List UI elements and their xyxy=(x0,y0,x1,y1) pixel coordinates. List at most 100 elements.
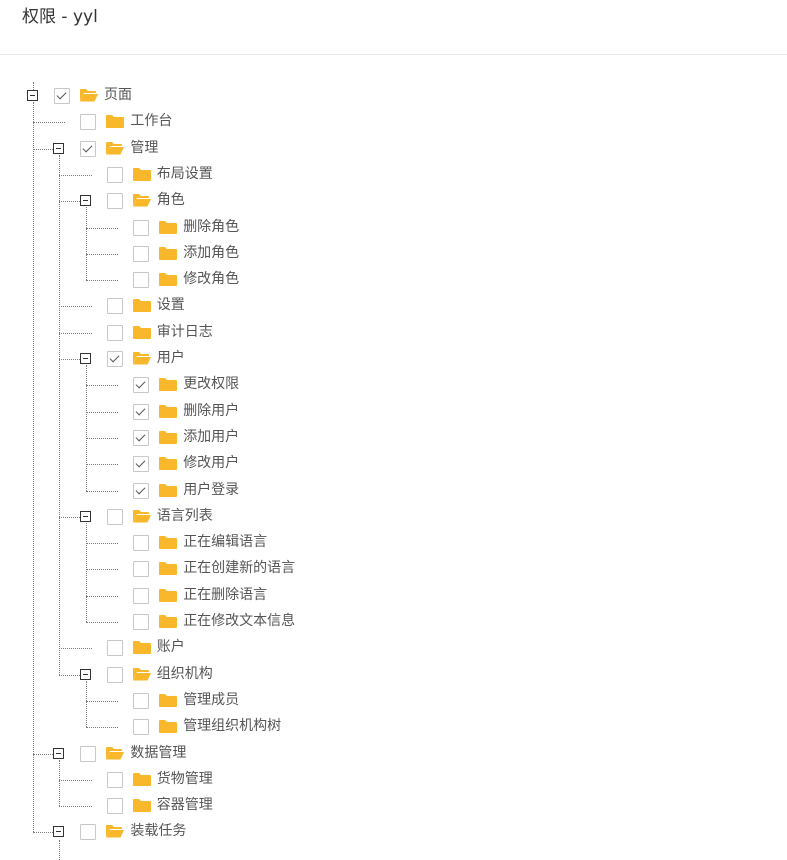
permission-checkbox[interactable] xyxy=(106,640,123,657)
tree-connector-v xyxy=(85,680,87,728)
tree-node-label[interactable]: 正在创建新的语言 xyxy=(183,560,295,576)
folder-icon xyxy=(132,771,151,786)
tree-node-label[interactable]: 组织机构 xyxy=(157,666,213,682)
folder-icon xyxy=(159,482,178,497)
tree-connector-h xyxy=(59,306,92,308)
tree-node-label[interactable]: 容器管理 xyxy=(157,797,213,813)
collapse-toggle-icon[interactable] xyxy=(79,195,91,207)
folder-open-icon xyxy=(132,192,151,207)
permission-checkbox[interactable] xyxy=(133,456,150,473)
folder-open-icon xyxy=(132,350,151,365)
permission-checkbox[interactable] xyxy=(133,535,150,552)
permission-checkbox[interactable] xyxy=(133,429,150,446)
tree-node-label[interactable]: 管理组织机构树 xyxy=(183,718,281,734)
folder-icon xyxy=(159,587,178,602)
tree-connector-h xyxy=(85,543,119,545)
folder-icon xyxy=(159,271,178,287)
tree-node-label[interactable]: 用户登录 xyxy=(183,482,239,498)
folder-open-icon xyxy=(80,87,98,102)
tree-node-label[interactable]: 审计日志 xyxy=(157,324,213,340)
permission-checkbox[interactable] xyxy=(133,692,150,709)
permission-checkbox[interactable] xyxy=(106,798,123,815)
permission-checkbox[interactable] xyxy=(133,482,150,499)
tree-node-label[interactable]: 删除用户 xyxy=(183,403,239,419)
tree-connector-v xyxy=(85,365,87,491)
permission-checkbox[interactable] xyxy=(106,193,123,210)
tree-connector-h xyxy=(85,411,119,413)
permission-checkbox[interactable] xyxy=(106,771,123,788)
tree-node-label[interactable]: 管理 xyxy=(130,140,158,156)
tree-connector-h xyxy=(59,779,92,781)
tree-node-label[interactable]: 语言列表 xyxy=(157,508,213,524)
tree-node-label[interactable]: 正在删除语言 xyxy=(183,587,267,603)
collapse-toggle-icon[interactable] xyxy=(79,668,91,680)
tree-node-label[interactable]: 账户 xyxy=(157,639,185,655)
folder-icon xyxy=(159,534,178,550)
tree-connector-h xyxy=(85,622,119,623)
tree-node-label[interactable]: 装载任务 xyxy=(130,823,186,839)
tree-node-label[interactable]: 添加角色 xyxy=(183,245,239,261)
permission-checkbox[interactable] xyxy=(106,666,123,683)
tree-connector-v xyxy=(59,840,61,860)
permission-checkbox[interactable] xyxy=(133,219,150,236)
tree-node-label[interactable]: 添加用户 xyxy=(183,429,239,445)
tree-connector-v xyxy=(59,759,61,807)
tree-node-label[interactable]: 货物管理 xyxy=(157,771,213,787)
tree-node-label[interactable]: 更改权限 xyxy=(183,376,239,392)
collapse-toggle-icon[interactable] xyxy=(53,142,65,154)
tree-node-label[interactable]: 设置 xyxy=(157,297,185,313)
tree-connector-v xyxy=(85,207,87,281)
permission-checkbox[interactable] xyxy=(80,140,97,157)
permission-checkbox[interactable] xyxy=(133,719,150,736)
tree-connector-h xyxy=(33,122,66,124)
tree-node-label[interactable]: 管理成员 xyxy=(183,692,239,708)
collapse-toggle-icon[interactable] xyxy=(27,90,38,101)
tree-node-label[interactable]: 角色 xyxy=(157,192,185,208)
folder-open-icon xyxy=(132,666,151,681)
permission-checkbox[interactable] xyxy=(106,166,123,183)
tree-node-label[interactable]: 数据管理 xyxy=(130,745,186,761)
permission-checkbox[interactable] xyxy=(80,745,97,762)
tree-connector-v xyxy=(33,82,34,90)
permission-checkbox[interactable] xyxy=(133,377,150,394)
tree-node-label[interactable]: 删除角色 xyxy=(183,219,239,235)
permission-checkbox[interactable] xyxy=(133,245,150,262)
tree-node-label[interactable]: 修改角色 xyxy=(183,271,239,287)
folder-icon xyxy=(159,429,178,444)
tree-connector-h xyxy=(85,280,119,282)
tree-node-label[interactable]: 正在编辑语言 xyxy=(183,534,267,550)
permission-checkbox[interactable] xyxy=(80,824,97,841)
tree-connector-v xyxy=(59,154,61,675)
tree-connector-h xyxy=(59,648,92,650)
tree-connector-h xyxy=(59,332,92,334)
permission-checkbox[interactable] xyxy=(106,508,123,525)
tree-node-label[interactable]: 页面 xyxy=(104,87,132,103)
permission-checkbox[interactable] xyxy=(133,272,150,289)
permission-checkbox[interactable] xyxy=(106,298,123,315)
permission-checkbox[interactable] xyxy=(106,351,123,367)
tree-node-label[interactable]: 用户 xyxy=(157,350,185,366)
permission-checkbox[interactable] xyxy=(54,88,70,104)
tree-connector-h xyxy=(85,253,119,255)
tree-node-label[interactable]: 布局设置 xyxy=(157,166,213,182)
folder-icon xyxy=(132,297,151,313)
tree-node-label[interactable]: 工作台 xyxy=(130,113,172,129)
collapse-toggle-icon[interactable] xyxy=(53,826,65,838)
permission-checkbox[interactable] xyxy=(133,614,150,630)
tree-connector-h xyxy=(85,727,119,729)
permission-checkbox[interactable] xyxy=(133,587,150,604)
tree-connector-h xyxy=(59,174,92,176)
permission-checkbox[interactable] xyxy=(133,403,150,420)
folder-open-icon xyxy=(106,140,125,155)
permission-checkbox[interactable] xyxy=(106,324,123,341)
tree-node-label[interactable]: 修改用户 xyxy=(183,455,239,471)
permission-checkbox[interactable] xyxy=(133,561,150,578)
collapse-toggle-icon[interactable] xyxy=(79,510,91,522)
collapse-toggle-icon[interactable] xyxy=(79,353,91,364)
folder-open-icon xyxy=(106,823,125,838)
folder-icon xyxy=(132,166,151,181)
permission-checkbox[interactable] xyxy=(80,114,97,131)
collapse-toggle-icon[interactable] xyxy=(53,747,65,759)
tree-connector-h xyxy=(85,385,119,387)
tree-node-label[interactable]: 正在修改文本信息 xyxy=(183,613,295,629)
